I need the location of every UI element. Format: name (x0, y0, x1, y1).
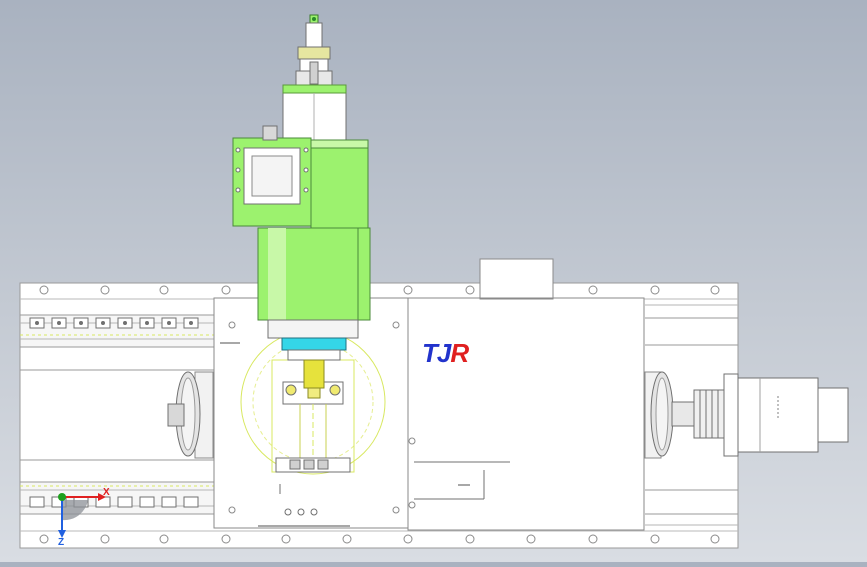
triad-z-label: Z (58, 537, 64, 548)
brand-logo-part2: R (450, 338, 469, 368)
right-bearing-housing (644, 371, 674, 459)
triad-x-label: X (103, 487, 110, 498)
brand-logo: TJR (422, 338, 469, 368)
cad-viewport[interactable]: X Z TJR (0, 0, 867, 562)
brand-logo-part1: TJ (422, 338, 451, 368)
cad-model-drawing[interactable]: X Z (0, 0, 867, 562)
